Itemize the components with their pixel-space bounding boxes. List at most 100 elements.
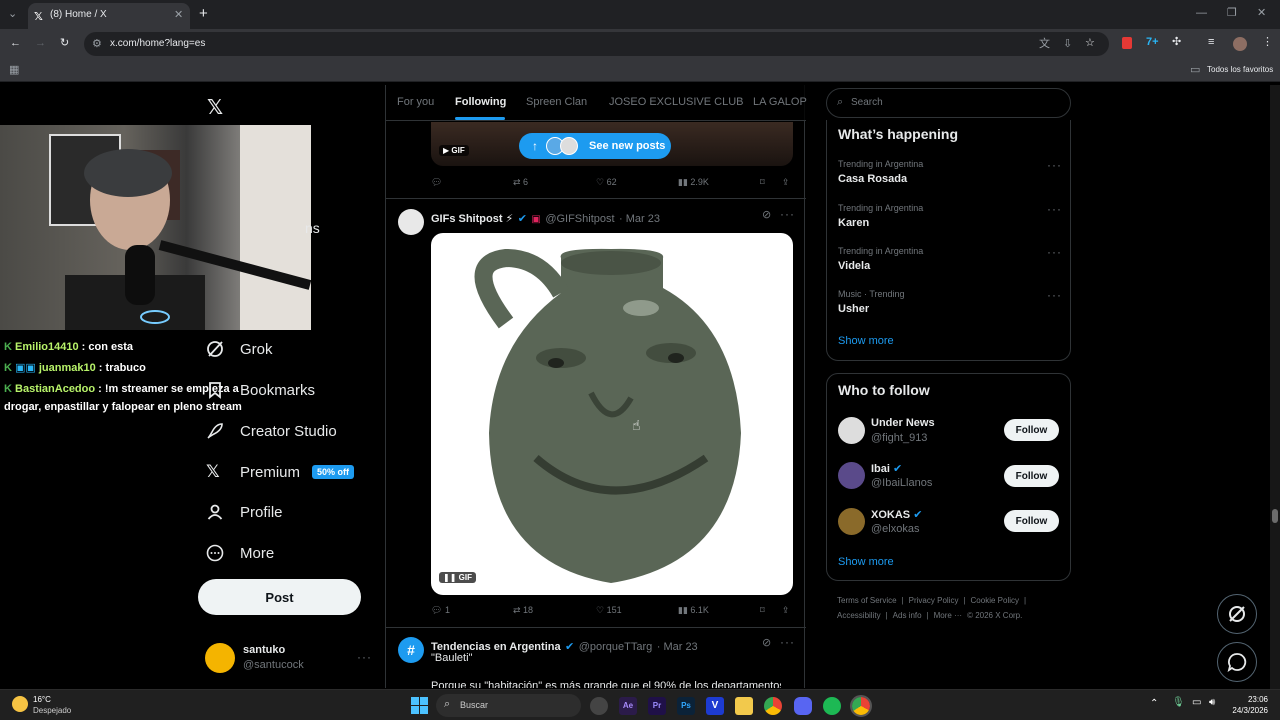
like-button[interactable]: ♡ 151 [596, 605, 622, 616]
taskbar-search[interactable]: ⌕ Buscar [436, 694, 581, 717]
like-button[interactable]: ♡ 62 [596, 177, 617, 188]
post-author-handle[interactable]: @GIFShitpost [545, 213, 614, 225]
weather-desc[interactable]: Despejado [33, 706, 71, 715]
minimize-icon[interactable]: — [1196, 7, 1207, 19]
avatar[interactable] [205, 643, 235, 673]
discord-icon[interactable] [794, 697, 812, 715]
grok-icon[interactable]: ⊘ [762, 636, 771, 649]
share-icon[interactable]: ⇪ [782, 177, 790, 188]
repost-button[interactable]: ⇄ 6 [513, 177, 528, 188]
nav-bookmarks[interactable]: Bookmarks [206, 375, 315, 405]
network-icon[interactable]: ▭ [1192, 697, 1201, 708]
follow-suggestion[interactable]: XOKAS ✔ @elxokas Follow [827, 506, 1070, 546]
bookmark-icon[interactable]: ⌑ [760, 177, 765, 188]
nav-profile[interactable]: Profile [206, 497, 283, 527]
post-button[interactable]: Post [198, 579, 361, 615]
search-input[interactable]: ⌕ Search [826, 88, 1071, 118]
profile-avatar-icon[interactable] [1233, 37, 1247, 51]
follow-suggestion[interactable]: Under News @fight_913 Follow [827, 414, 1070, 454]
photoshop-icon[interactable]: Ps [677, 697, 695, 715]
post-date[interactable]: · Mar 23 [657, 641, 698, 653]
nav-creator-studio[interactable]: Creator Studio [206, 416, 337, 446]
tab-search-list-icon[interactable]: ≡ [1208, 36, 1214, 48]
post-author-name[interactable]: GIFs Shitpost ⚡ [431, 213, 513, 225]
trend-more-icon[interactable]: ··· [1047, 288, 1062, 302]
follow-button[interactable]: Follow [1004, 465, 1059, 487]
tab-for-you[interactable]: For you [397, 96, 434, 108]
obs-icon[interactable] [590, 697, 608, 715]
address-bar[interactable]: ⚙ x.com/home?lang=es 文 ⇩ ☆ [84, 32, 1109, 56]
back-icon[interactable]: ← [10, 37, 21, 49]
gif-pause-button[interactable]: ❚❚ GIF [439, 572, 476, 583]
trend-item[interactable]: Trending in Argentina Videla ··· [827, 243, 1070, 283]
follow-suggestion[interactable]: Ibai ✔ @IbaiLlanos Follow [827, 460, 1070, 500]
clock-date[interactable]: 24/3/2026 [1225, 706, 1268, 715]
windows-start-icon[interactable] [411, 697, 428, 714]
reload-icon[interactable]: ↻ [60, 37, 69, 49]
page-scrollbar[interactable] [1270, 85, 1280, 689]
premiere-icon[interactable]: Pr [648, 697, 666, 715]
trend-more-icon[interactable]: ··· [1047, 158, 1062, 172]
clock-time[interactable]: 23:06 [1230, 695, 1268, 704]
vegas-icon[interactable]: V [706, 697, 724, 715]
restore-icon[interactable]: ❐ [1227, 7, 1237, 19]
tab-spreen-clan[interactable]: Spreen Clan [526, 96, 587, 108]
messages-float-button[interactable] [1217, 642, 1257, 682]
gif-badge[interactable]: ▶ GIF [439, 145, 469, 156]
chrome-icon[interactable] [764, 697, 782, 715]
trend-more-icon[interactable]: ··· [1047, 245, 1062, 259]
see-new-posts-button[interactable]: ↑ See new posts [519, 133, 671, 159]
nav-premium[interactable]: 𝕏 Premium 50% off [206, 457, 355, 487]
footer-accessibility-link[interactable]: Accessibility [837, 611, 881, 620]
repost-button[interactable]: ⇄ 18 [513, 605, 533, 616]
tray-chevron-icon[interactable]: ⌃ [1150, 698, 1158, 709]
extension-blue-icon[interactable]: 7+ [1146, 36, 1159, 48]
hashtag-avatar-icon[interactable]: # [398, 637, 424, 663]
scrollbar-thumb[interactable] [1272, 509, 1278, 523]
post-date[interactable]: · Mar 23 [619, 213, 660, 225]
site-info-icon[interactable]: ⚙ [92, 38, 102, 50]
install-icon[interactable]: ⇩ [1063, 38, 1072, 50]
nav-more[interactable]: More [206, 538, 274, 568]
grok-float-button[interactable] [1217, 594, 1257, 634]
close-tab-icon[interactable]: ✕ [174, 9, 183, 21]
tab-joseo[interactable]: JOSEO EXCLUSIVE CLUB [609, 96, 744, 108]
footer-privacy-link[interactable]: Privacy Policy [909, 596, 959, 605]
forward-icon[interactable]: → [35, 37, 46, 49]
views-button[interactable]: ▮▮ 6.1K [678, 605, 709, 616]
post-author-handle[interactable]: @porqueTTarg [579, 641, 653, 653]
file-explorer-icon[interactable] [735, 697, 753, 715]
tab-search-icon[interactable]: ⌄ [8, 8, 17, 20]
nav-grok[interactable]: Grok [206, 334, 273, 364]
after-effects-icon[interactable]: Ae [619, 697, 637, 715]
reply-button[interactable]: 💬︎ 1 [431, 605, 450, 616]
follow-button[interactable]: Follow [1004, 510, 1059, 532]
footer-more-link[interactable]: More ··· [934, 611, 962, 620]
translate-icon[interactable]: 文 [1039, 38, 1050, 50]
footer-ads-link[interactable]: Ads info [893, 611, 922, 620]
all-bookmarks-link[interactable]: Todos los favoritos [1207, 65, 1273, 74]
trend-item[interactable]: Trending in Argentina Karen ··· [827, 200, 1070, 240]
spotify-icon[interactable] [823, 697, 841, 715]
menu-kebab-icon[interactable]: ⋮ [1262, 36, 1273, 48]
close-window-icon[interactable]: ✕ [1257, 7, 1266, 19]
mic-icon[interactable]: 🎙︎ [1172, 697, 1185, 708]
bookmark-icon[interactable]: ⌑ [760, 605, 765, 616]
trend-item[interactable]: Trending in Argentina Casa Rosada ··· [827, 156, 1070, 196]
reply-icon[interactable]: 💬︎ [431, 177, 442, 188]
avatar[interactable] [398, 209, 424, 235]
chrome-active-icon[interactable] [850, 695, 872, 717]
footer-cookie-link[interactable]: Cookie Policy [971, 596, 1019, 605]
browser-tab[interactable]: 𝕏 (8) Home / X ✕ [28, 3, 190, 29]
footer-terms-link[interactable]: Terms of Service [837, 596, 897, 605]
x-logo-icon[interactable]: 𝕏 [207, 95, 223, 120]
apps-grid-icon[interactable]: ▦ [9, 64, 19, 76]
weather-temp[interactable]: 16°C [33, 695, 51, 704]
grok-icon[interactable]: ⊘ [762, 208, 771, 221]
star-icon[interactable]: ☆ [1085, 37, 1095, 49]
account-more-icon[interactable]: ··· [357, 650, 372, 664]
post-more-icon[interactable]: ··· [780, 207, 795, 221]
views-button[interactable]: ▮▮ 2.9K [678, 177, 709, 188]
follow-button[interactable]: Follow [1004, 419, 1059, 441]
show-more-link[interactable]: Show more [838, 335, 894, 347]
